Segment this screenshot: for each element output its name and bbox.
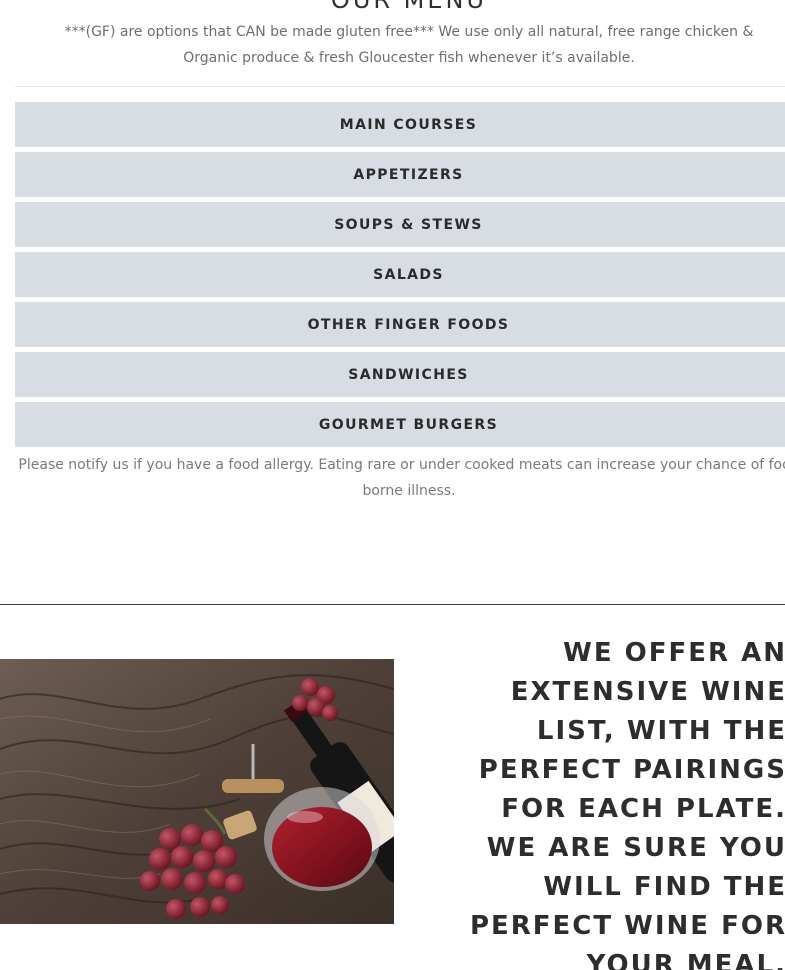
category-soups-stews[interactable]: SOUPS & STEWS <box>15 202 785 247</box>
wine-list-heading: WE OFFER AN EXTENSIVE WINE LIST, WITH TH… <box>469 638 785 970</box>
category-salads[interactable]: SALADS <box>15 252 785 297</box>
category-other-finger-foods[interactable]: OTHER FINGER FOODS <box>15 302 785 347</box>
allergy-note: Please notify us if you have a food alle… <box>18 457 785 499</box>
category-appetizers[interactable]: APPETIZERS <box>15 152 785 197</box>
intro-divider <box>15 86 785 87</box>
section-divider <box>0 604 785 605</box>
menu-intro-text: ***(GF) are options that CAN be made glu… <box>64 24 754 66</box>
menu-category-list: MAIN COURSES APPETIZERS SOUPS & STEWS SA… <box>15 102 785 452</box>
category-main-courses[interactable]: MAIN COURSES <box>15 102 785 147</box>
category-gourmet-burgers[interactable]: GOURMET BURGERS <box>15 402 785 447</box>
category-sandwiches[interactable]: SANDWICHES <box>15 352 785 397</box>
wine-photo <box>0 659 394 924</box>
page: OUR MENU ***(GF) are options that CAN be… <box>0 0 785 970</box>
menu-title: OUR MENU <box>330 0 488 14</box>
